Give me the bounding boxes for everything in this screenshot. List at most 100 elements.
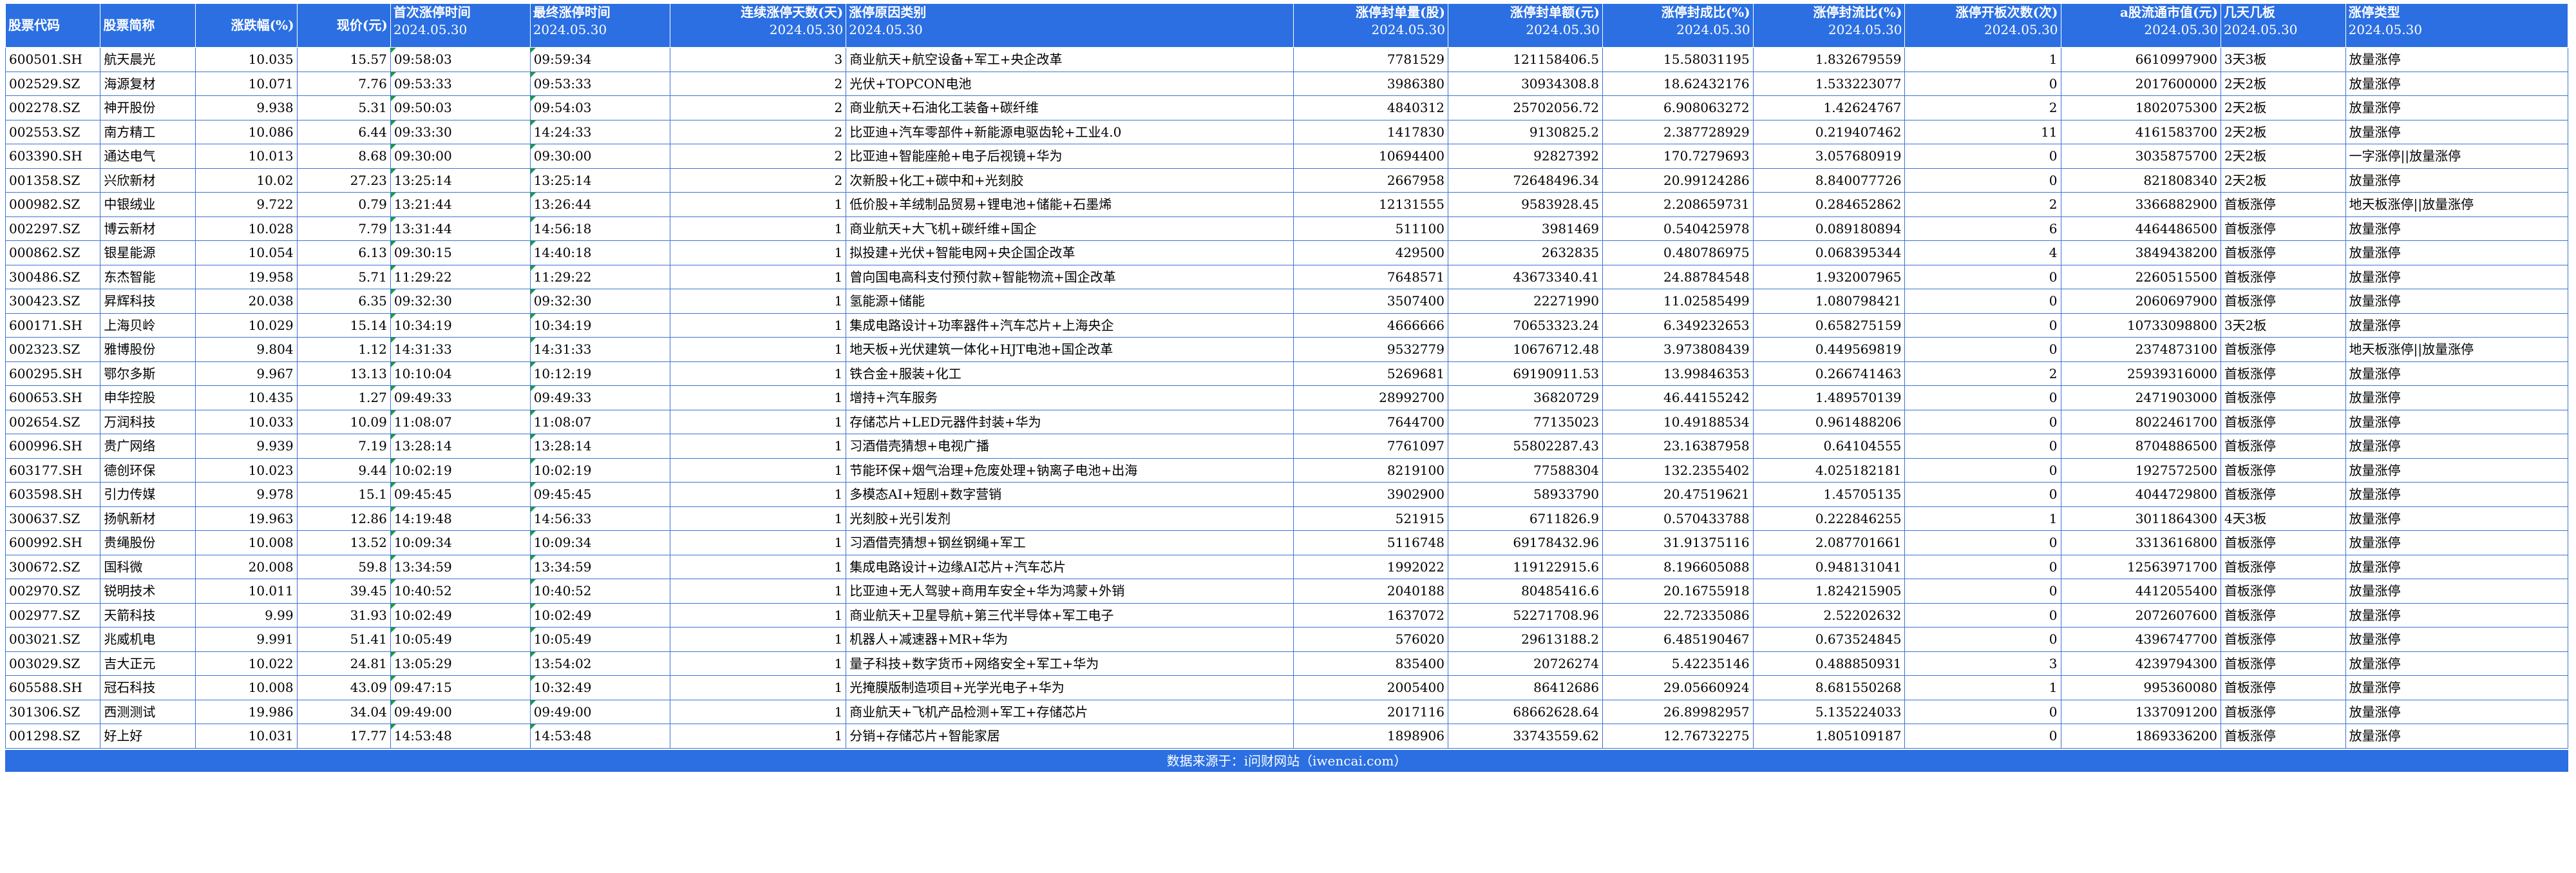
column-header-code[interactable]: 股票代码 <box>5 3 101 48</box>
table-row[interactable]: 002654.SZ 万润科技 10.033 10.09 11:08:07 11:08:07… <box>5 409 2569 434</box>
column-header-float_cap[interactable]: a股流通市值(元) 2024.05.30 <box>2060 3 2221 48</box>
table-row[interactable]: 600171.SH 上海贝岭 10.029 15.14 10:34:19 10:34:19… <box>5 312 2569 338</box>
column-header-seal_amt[interactable]: 涨停封单额(元) 2024.05.30 <box>1447 3 1603 48</box>
cell-days: 1 <box>669 240 847 265</box>
cell-code: 300423.SZ <box>5 289 101 314</box>
table-row[interactable]: 002297.SZ 博云新材 10.028 7.79 13:31:44 14:56:18 1… <box>5 216 2569 241</box>
table-row[interactable]: 300672.SZ 国科微 20.008 59.8 13:34:59 13:34:59 1 集… <box>5 554 2569 579</box>
column-header-seal_flow[interactable]: 涨停封流比(%) 2024.05.30 <box>1752 3 1906 48</box>
cell-name: 贵广网络 <box>100 434 196 459</box>
table-row[interactable]: 002970.SZ 锐明技术 10.011 39.45 10:40:52 10:40:52… <box>5 579 2569 604</box>
table-row[interactable]: 603598.SH 引力传媒 9.978 15.1 09:45:45 09:45:45 1 多… <box>5 482 2569 507</box>
table-row[interactable]: 002323.SZ 雅博股份 9.804 1.12 14:31:33 14:31:33 1 地… <box>5 337 2569 362</box>
column-header-first_time[interactable]: 首次涨停时间 2024.05.30 <box>390 3 531 48</box>
cell-name: 兆威机电 <box>100 627 196 652</box>
cell-seal_flow: 0.948131041 <box>1752 554 1906 579</box>
table-row[interactable]: 000982.SZ 中银绒业 9.722 0.79 13:21:44 13:26:44 1 低… <box>5 192 2569 217</box>
cell-last_time: 09:59:34 <box>529 47 670 72</box>
cell-name: 吉大正元 <box>100 651 196 676</box>
column-header-chg[interactable]: 涨跌幅(%) <box>194 3 298 48</box>
table-row[interactable]: 600295.SH 鄂尔多斯 9.967 13.13 10:10:04 10:12:19 1… <box>5 361 2569 386</box>
cell-seal_amt: 69190911.53 <box>1447 361 1603 386</box>
table-row[interactable]: 002278.SZ 神开股份 9.938 5.31 09:50:03 09:54:03 2 商… <box>5 95 2569 120</box>
cell-days: 1 <box>669 724 847 749</box>
column-header-label: 涨停原因类别 <box>849 5 927 20</box>
cell-code: 603177.SH <box>5 457 101 483</box>
column-header-days[interactable]: 连续涨停天数(天) 2024.05.30 <box>669 3 847 48</box>
column-header-type[interactable]: 涨停类型 2024.05.30 <box>2345 3 2569 48</box>
table-row[interactable]: 600996.SH 贵广网络 9.939 7.19 13:28:14 13:28:14 1 习… <box>5 434 2569 459</box>
cell-seal_amt: 58933790 <box>1447 482 1603 507</box>
cell-name: 海源复材 <box>100 71 196 96</box>
table-row[interactable]: 301306.SZ 西测测试 19.986 34.04 09:49:00 09:49:00… <box>5 699 2569 724</box>
cell-last_time: 14:31:33 <box>529 337 670 362</box>
column-header-last_time[interactable]: 最终涨停时间 2024.05.30 <box>529 3 670 48</box>
cell-seal_ratio: 2.387728929 <box>1602 119 1754 144</box>
cell-seal_flow: 1.932007965 <box>1752 264 1906 289</box>
cell-seal_flow: 0.089180894 <box>1752 216 1906 241</box>
table-row[interactable]: 002977.SZ 天箭科技 9.99 31.93 10:02:49 10:02:49 1 商… <box>5 602 2569 628</box>
table-header: 股票代码 股票简称 涨跌幅(%) 现价(元) 首次涨停时间 2024.05.30 最终涨停时… <box>5 3 2569 48</box>
limit-up-table: 股票代码 股票简称 涨跌幅(%) 现价(元) 首次涨停时间 2024.05.30 最终涨停时… <box>5 3 2569 749</box>
table-row[interactable]: 603177.SH 德创环保 10.023 9.44 10:02:19 10:02:19 1… <box>5 457 2569 483</box>
cell-days: 1 <box>669 409 847 434</box>
cell-seal_amt: 20726274 <box>1447 651 1603 676</box>
column-header-seal_ratio[interactable]: 涨停封成比(%) 2024.05.30 <box>1602 3 1754 48</box>
cell-seal_vol: 10694400 <box>1293 144 1448 169</box>
cell-days: 1 <box>669 530 847 555</box>
cell-code: 603598.SH <box>5 482 101 507</box>
cell-seal_amt: 70653323.24 <box>1447 312 1603 338</box>
cell-seal_amt: 6711826.9 <box>1447 506 1603 531</box>
cell-open_cnt: 2 <box>1904 95 2061 120</box>
table-row[interactable]: 600653.SH 申华控股 10.435 1.27 09:49:33 09:49:33 1… <box>5 385 2569 410</box>
cell-first_time: 10:05:49 <box>390 627 531 652</box>
cell-seal_amt: 30934308.8 <box>1447 71 1603 96</box>
table-row[interactable]: 603390.SH 通达电气 10.013 8.68 09:30:00 09:30:00 2… <box>5 144 2569 169</box>
column-header-reason[interactable]: 涨停原因类别 2024.05.30 <box>846 3 1294 48</box>
table-row[interactable]: 002553.SZ 南方精工 10.086 6.44 09:33:30 14:24:33 2… <box>5 119 2569 144</box>
cell-seal_ratio: 18.62432176 <box>1602 71 1754 96</box>
cell-seal_ratio: 22.72335086 <box>1602 602 1754 628</box>
cell-board: 首板涨停 <box>2220 579 2346 604</box>
column-header-board[interactable]: 几天几板 2024.05.30 <box>2220 3 2346 48</box>
cell-seal_flow: 1.832679559 <box>1752 47 1906 72</box>
cell-seal_flow: 1.45705135 <box>1752 482 1906 507</box>
table-row[interactable]: 300423.SZ 昇辉科技 20.038 6.35 09:32:30 09:32:30 1… <box>5 289 2569 314</box>
table-row[interactable]: 001298.SZ 好上好 10.031 17.77 14:53:48 14:53:48 1… <box>5 724 2569 749</box>
cell-type: 放量涨停 <box>2345 240 2569 265</box>
column-header-date: 2024.05.30 <box>849 22 923 37</box>
cell-board: 2天2板 <box>2220 168 2346 193</box>
column-header-name[interactable]: 股票简称 <box>100 3 196 48</box>
cell-board: 2天2板 <box>2220 71 2346 96</box>
cell-days: 1 <box>669 554 847 579</box>
data-source-footer: 数据来源于：i问财网站（iwencai.com） <box>5 749 2568 772</box>
column-header-price[interactable]: 现价(元) <box>296 3 391 48</box>
cell-code: 002323.SZ <box>5 337 101 362</box>
cell-first_time: 10:02:49 <box>390 602 531 628</box>
table-row[interactable]: 600501.SH 航天晨光 10.035 15.57 09:58:03 09:59:34… <box>5 47 2569 72</box>
table-row[interactable]: 600992.SH 贵绳股份 10.008 13.52 10:09:34 10:09:34… <box>5 530 2569 555</box>
cell-board: 首板涨停 <box>2220 434 2346 459</box>
table-row[interactable]: 300486.SZ 东杰智能 19.958 5.71 11:29:22 11:29:22 1… <box>5 264 2569 289</box>
cell-float_cap: 3849438200 <box>2060 240 2221 265</box>
column-header-seal_vol[interactable]: 涨停封单量(股) 2024.05.30 <box>1293 3 1448 48</box>
cell-open_cnt: 0 <box>1904 144 2061 169</box>
table-row[interactable]: 002529.SZ 海源复材 10.071 7.76 09:53:33 09:53:33 2… <box>5 71 2569 96</box>
table-row[interactable]: 300637.SZ 扬帆新材 19.963 12.86 14:19:48 14:56:33… <box>5 506 2569 531</box>
table-row[interactable]: 001358.SZ 兴欣新材 10.02 27.23 13:25:14 13:25:14 2… <box>5 168 2569 193</box>
table-row[interactable]: 000862.SZ 银星能源 10.054 6.13 09:30:15 14:40:18 1… <box>5 240 2569 265</box>
table-row[interactable]: 605588.SH 冠石科技 10.008 43.09 09:47:15 10:32:49… <box>5 675 2569 700</box>
cell-float_cap: 1337091200 <box>2060 699 2221 724</box>
cell-name: 扬帆新材 <box>100 506 196 531</box>
cell-name: 德创环保 <box>100 457 196 483</box>
column-header-label: 股票简称 <box>103 17 155 33</box>
table-row[interactable]: 003021.SZ 兆威机电 9.991 51.41 10:05:49 10:05:49 1… <box>5 627 2569 652</box>
cell-seal_vol: 9532779 <box>1293 337 1448 362</box>
cell-last_time: 10:05:49 <box>529 627 670 652</box>
cell-type: 放量涨停 <box>2345 95 2569 120</box>
cell-seal_vol: 576020 <box>1293 627 1448 652</box>
cell-open_cnt: 0 <box>1904 337 2061 362</box>
table-row[interactable]: 003029.SZ 吉大正元 10.022 24.81 13:05:29 13:54:02… <box>5 651 2569 676</box>
cell-seal_ratio: 29.05660924 <box>1602 675 1754 700</box>
column-header-open_cnt[interactable]: 涨停开板次数(次) 2024.05.30 <box>1904 3 2061 48</box>
